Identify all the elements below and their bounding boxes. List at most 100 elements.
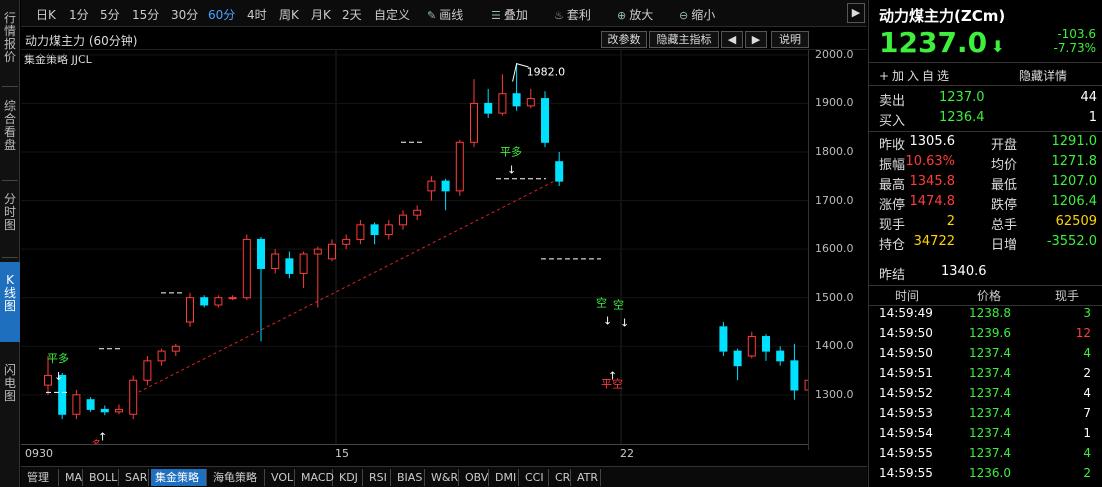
arrow-up-icon: ↑: [608, 370, 617, 383]
chart-prev-button[interactable]: ◀: [721, 31, 743, 48]
period-60min[interactable]: 60分: [208, 6, 235, 23]
arrow-down-icon: ↓: [620, 317, 629, 330]
candle-body: [498, 93, 507, 114]
price-axis: [808, 50, 809, 450]
indicator-tab[interactable]: 集金策略: [151, 469, 207, 486]
candle-body: [776, 350, 785, 362]
candle-body: [342, 238, 351, 245]
y-tick-label: 1500.0: [815, 290, 854, 304]
candle-body: [555, 161, 564, 182]
y-tick-label: 2000.0: [815, 47, 854, 61]
candle-body: [129, 379, 138, 415]
candle-body: [441, 180, 450, 192]
tool-arbitrage[interactable]: ♨ 套利: [554, 6, 591, 23]
indicator-tab[interactable]: CCI: [521, 469, 549, 486]
period-weekly[interactable]: 周K: [279, 6, 299, 23]
candle-body: [115, 408, 123, 413]
chart-next-button[interactable]: ▶: [745, 31, 767, 48]
indicator-tab[interactable]: BIAS: [393, 469, 425, 486]
last-price: 1237.0 ⬇: [879, 26, 1005, 59]
change-params-button[interactable]: 改参数: [601, 31, 647, 48]
tool-zoom-in[interactable]: ⊕ 放大: [617, 6, 653, 23]
period-monthly[interactable]: 月K: [311, 6, 331, 23]
period-custom[interactable]: 自定义: [374, 6, 410, 23]
indicator-tab[interactable]: W&R: [427, 469, 459, 486]
ask-row: 卖出 1237.0 44: [879, 90, 1097, 109]
stat-row: 持仓 34722 日增 -3552.0: [879, 234, 1097, 253]
period-daily[interactable]: 日K: [36, 6, 56, 23]
arrow-down-icon: ↓: [507, 164, 516, 177]
indicator-tab[interactable]: VOL: [267, 469, 295, 486]
left-nav: 行情报价 综合看盘 分时图 K线图 闪电图: [0, 0, 20, 487]
chart-header: 动力煤主力 (60分钟) 改参数 隐藏主指标 ◀ ▶ 说明: [21, 28, 867, 50]
indicator-tab[interactable]: ATR: [573, 469, 601, 486]
indicator-tab[interactable]: DMI: [491, 469, 519, 486]
candle-body: [526, 98, 535, 107]
hide-main-indicator-button[interactable]: 隐藏主指标: [649, 31, 719, 48]
tick-row: 14:59:51 1237.4 2: [879, 366, 1091, 380]
signal-label: 空: [613, 298, 624, 312]
x-tick-label: 0930: [25, 447, 53, 460]
nav-item-quotes[interactable]: 行情报价: [0, 12, 20, 72]
hide-detail-button[interactable]: 隐藏详情: [1019, 67, 1067, 84]
candle-body: [214, 297, 223, 306]
candle-body: [171, 345, 180, 352]
stat-row: 现手 2 总手 62509: [879, 214, 1097, 233]
indicator-tab[interactable]: MA: [61, 469, 83, 486]
indicator-tab[interactable]: CR: [551, 469, 571, 486]
zoom-out-icon: ⊖: [679, 9, 689, 22]
indicator-tab[interactable]: RSI: [365, 469, 391, 486]
candle-body: [285, 258, 294, 274]
stat-row: 振幅 10.63% 均价 1271.8: [879, 154, 1097, 173]
period-4h[interactable]: 4时: [247, 6, 267, 23]
indicator-tab[interactable]: OBV: [461, 469, 489, 486]
nav-item-overview[interactable]: 综合看盘: [0, 100, 20, 160]
candle-body: [299, 253, 308, 274]
help-button[interactable]: 说明: [771, 31, 809, 48]
tool-overlay[interactable]: ☰ 叠加: [491, 6, 528, 23]
tick-row: 14:59:54 1237.4 1: [879, 426, 1091, 440]
period-5min[interactable]: 5分: [100, 6, 120, 23]
y-tick-label: 1700.0: [815, 193, 854, 207]
tick-row: 14:59:49 1238.8 3: [879, 306, 1091, 320]
x-axis: [21, 444, 808, 445]
indicator-tab[interactable]: KDJ: [335, 469, 363, 486]
kline-chart[interactable]: 1982.01207.0平多↓多↑平多↓空↓空↓平空↑: [21, 50, 808, 444]
candle-body: [242, 238, 251, 299]
tool-zoom-out[interactable]: ⊖ 缩小: [679, 6, 715, 23]
period-15min[interactable]: 15分: [132, 6, 159, 23]
high-label: 1982.0: [527, 66, 566, 79]
toolbar-next-button[interactable]: ▶: [847, 3, 865, 23]
trend-line: [132, 178, 560, 396]
stat-row: 涨停 1474.8 跌停 1206.4: [879, 194, 1097, 213]
indicator-tab[interactable]: MACD: [297, 469, 334, 486]
indicator-tab[interactable]: BOLL: [85, 469, 119, 486]
arrow-down-icon: ↓: [603, 314, 612, 327]
arrow-up-icon: ↑: [98, 430, 107, 443]
candle-body: [228, 297, 237, 300]
nav-item-timeshare[interactable]: 分时图: [0, 193, 20, 238]
indicator-tab[interactable]: SAR: [121, 469, 149, 486]
indicator-tab[interactable]: 管理: [23, 469, 59, 486]
period-30min[interactable]: 30分: [171, 6, 198, 23]
candle-body: [257, 238, 265, 270]
candle-body: [470, 102, 478, 143]
period-2day[interactable]: 2天: [342, 6, 362, 23]
tool-draw-line[interactable]: ✎ 画线: [427, 6, 463, 23]
signal-label: 空: [596, 295, 607, 309]
add-watchlist-button[interactable]: +加入自选: [879, 67, 952, 84]
candle-body: [455, 141, 464, 192]
chart-title: 动力煤主力 (60分钟): [25, 34, 138, 48]
nav-item-flash[interactable]: 闪电图: [0, 364, 20, 409]
tick-table-header: 时间 价格 现手: [895, 289, 1080, 303]
prev-settle-row: 昨结 1340.6: [879, 264, 987, 283]
quote-panel: 动力煤主力(ZCm) 1237.0 ⬇ -103.6 -7.73% +加入自选 隐藏…: [868, 0, 1102, 487]
candle-body: [427, 180, 436, 192]
pencil-icon: ✎: [427, 9, 437, 22]
nav-item-kline[interactable]: K线图: [0, 262, 20, 342]
candle-body: [72, 394, 81, 415]
period-1min[interactable]: 1分: [69, 6, 89, 23]
indicator-tab[interactable]: 海龟策略: [209, 469, 265, 486]
y-tick-label: 1600.0: [815, 242, 854, 256]
candle-body: [733, 350, 742, 367]
